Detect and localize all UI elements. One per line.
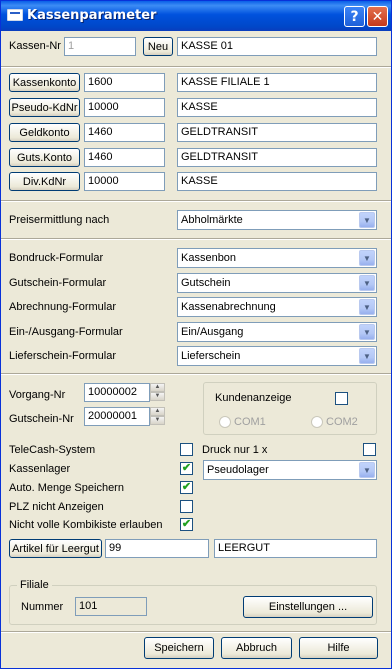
kombikiste-label: Nicht volle Kombikiste erlauben (9, 519, 163, 531)
geldkonto-button[interactable]: Geldkonto (9, 123, 80, 142)
div-kdnr-button[interactable]: Div.KdNr (9, 172, 80, 191)
com1-radio[interactable] (219, 416, 231, 428)
gutschein-nr-label: Gutschein-Nr (9, 413, 74, 425)
spin-down-icon[interactable]: ▼ (150, 416, 165, 425)
help-title-button[interactable]: ? (344, 6, 365, 27)
new-button[interactable]: Neu (143, 37, 173, 56)
cancel-button[interactable]: Abbruch (221, 637, 292, 659)
vorgang-nr-field[interactable]: 10000002 (84, 383, 150, 402)
pseudo-kdnr-number-field[interactable]: 10000 (84, 98, 165, 117)
chevron-down-icon[interactable]: ▼ (359, 324, 375, 340)
lieferschein-label: Lieferschein-Formular (9, 350, 116, 362)
telecash-label: TeleCash-System (9, 444, 96, 456)
druck-checkbox[interactable] (363, 443, 376, 456)
gutschein-nr-field[interactable]: 20000001 (84, 407, 150, 426)
guts-konto-button[interactable]: Guts.Konto (9, 148, 80, 167)
spin-up-icon[interactable]: ▲ (150, 407, 165, 416)
pricing-label: Preisermittlung nach (9, 214, 110, 226)
gutschein-nr-spinner[interactable]: ▲ ▼ (150, 407, 165, 426)
kassenkonto-name-field[interactable]: KASSE FILIALE 1 (177, 73, 377, 92)
filiale-label: Filiale (17, 579, 52, 591)
chevron-down-icon[interactable]: ▼ (359, 462, 375, 478)
bondruck-value: Kassenbon (181, 252, 237, 264)
settings-button[interactable]: Einstellungen ... (243, 596, 373, 618)
kombikiste-checkbox[interactable]: ✔ (180, 518, 193, 531)
kassenkonto-number-field[interactable]: 1600 (84, 73, 165, 92)
druck-label: Druck nur 1 x (202, 444, 268, 456)
com2-label: COM2 (326, 416, 358, 428)
vorgang-nr-label: Vorgang-Nr (9, 389, 66, 401)
leergut-number-field[interactable]: 99 (105, 539, 209, 558)
auto-menge-label: Auto. Menge Speichern (9, 482, 124, 494)
separator (1, 200, 391, 202)
abrechnung-select[interactable]: Kassenabrechnung ▼ (177, 297, 377, 317)
kundenanzeige-checkbox[interactable] (335, 392, 348, 405)
abrechnung-label: Abrechnung-Formular (9, 301, 116, 313)
save-button[interactable]: Speichern (144, 637, 214, 659)
separator (1, 631, 391, 633)
separator (1, 373, 391, 375)
lager-select[interactable]: Pseudolager ▼ (203, 460, 377, 480)
gutschein-formular-value: Gutschein (181, 277, 231, 289)
kassenlager-checkbox[interactable]: ✔ (180, 462, 193, 475)
gutschein-formular-select[interactable]: Gutschein ▼ (177, 273, 377, 293)
auto-menge-checkbox[interactable]: ✔ (180, 481, 193, 494)
com2-radio[interactable] (311, 416, 323, 428)
geldkonto-number-field[interactable]: 1460 (84, 123, 165, 142)
ein-ausgang-value: Ein/Ausgang (181, 326, 244, 338)
guts-konto-number-field[interactable]: 1460 (84, 148, 165, 167)
div-kdnr-number-field[interactable]: 10000 (84, 172, 165, 191)
window-title: Kassenparameter (27, 8, 157, 23)
kassen-nr-field[interactable]: 1 (64, 37, 136, 56)
kassen-name-field[interactable]: KASSE 01 (177, 37, 377, 56)
window-icon (7, 9, 23, 21)
pricing-select[interactable]: Abholmärkte ▼ (177, 210, 377, 230)
div-kdnr-name-field[interactable]: KASSE (177, 172, 377, 191)
bondruck-select[interactable]: Kassenbon ▼ (177, 248, 377, 268)
plz-label: PLZ nicht Anzeigen (9, 501, 104, 513)
vorgang-nr-spinner[interactable]: ▲ ▼ (150, 383, 165, 402)
kassen-nr-label: Kassen-Nr (9, 40, 61, 52)
ein-ausgang-label: Ein-/Ausgang-Formular (9, 326, 123, 338)
help-button[interactable]: Hilfe (299, 637, 378, 659)
pseudo-kdnr-name-field[interactable]: KASSE (177, 98, 377, 117)
close-icon[interactable]: ✕ (367, 6, 388, 27)
geldkonto-name-field[interactable]: GELDTRANSIT (177, 123, 377, 142)
lieferschein-select[interactable]: Lieferschein ▼ (177, 346, 377, 366)
lieferschein-value: Lieferschein (181, 350, 241, 362)
filiale-nummer-label: Nummer (21, 601, 64, 613)
chevron-down-icon[interactable]: ▼ (359, 275, 375, 291)
ein-ausgang-select[interactable]: Ein/Ausgang ▼ (177, 322, 377, 342)
leergut-name-field[interactable]: LEERGUT (214, 539, 377, 558)
title-bar[interactable]: Kassenparameter ? ✕ (1, 1, 391, 31)
filiale-nummer-field: 101 (75, 597, 147, 616)
leergut-button[interactable]: Artikel für Leergut (9, 539, 102, 558)
chevron-down-icon[interactable]: ▼ (359, 212, 375, 228)
pricing-value: Abholmärkte (181, 214, 243, 226)
guts-konto-name-field[interactable]: GELDTRANSIT (177, 148, 377, 167)
kundenanzeige-label: Kundenanzeige (215, 392, 292, 404)
spin-up-icon[interactable]: ▲ (150, 383, 165, 392)
plz-checkbox[interactable] (180, 500, 193, 513)
lager-value: Pseudolager (207, 464, 269, 476)
kassenkonto-button[interactable]: Kassenkonto (9, 73, 80, 92)
kassenparameter-window: Kassenparameter ? ✕ Kassen-Nr 1 Neu KASS… (0, 0, 392, 669)
spin-down-icon[interactable]: ▼ (150, 392, 165, 401)
kassenlager-label: Kassenlager (9, 463, 71, 475)
chevron-down-icon[interactable]: ▼ (359, 299, 375, 315)
com1-label: COM1 (234, 416, 266, 428)
telecash-checkbox[interactable] (180, 443, 193, 456)
separator (1, 66, 391, 68)
chevron-down-icon[interactable]: ▼ (359, 250, 375, 266)
separator (1, 238, 391, 240)
chevron-down-icon[interactable]: ▼ (359, 348, 375, 364)
abrechnung-value: Kassenabrechnung (181, 301, 276, 313)
gutschein-formular-label: Gutschein-Formular (9, 277, 107, 289)
bondruck-label: Bondruck-Formular (9, 252, 104, 264)
pseudo-kdnr-button[interactable]: Pseudo-KdNr (9, 98, 80, 117)
